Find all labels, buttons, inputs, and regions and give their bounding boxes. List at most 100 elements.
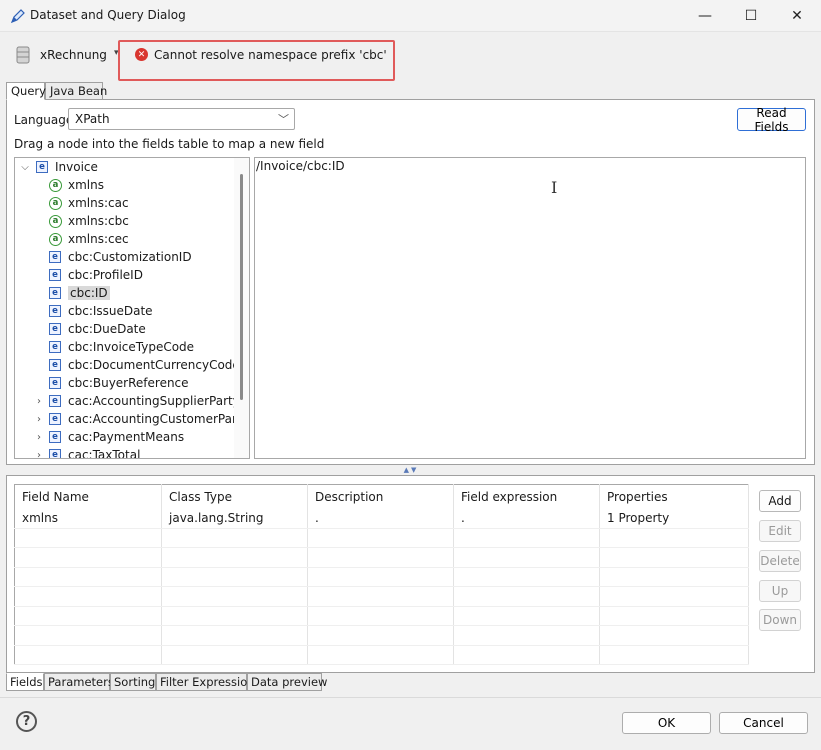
table-cell (14, 528, 162, 548)
table-cell (14, 586, 162, 607)
tree-node[interactable]: e cbc:DueDate (33, 320, 249, 338)
chevron-right-icon[interactable]: › (33, 414, 45, 425)
delete-button[interactable]: Delete (759, 550, 801, 572)
table-row[interactable] (14, 606, 749, 626)
chevron-down-icon[interactable]: ﹀ (278, 111, 289, 127)
tree-node[interactable]: › e cac:AccountingSupplierParty (33, 392, 249, 410)
table-row[interactable] (14, 586, 749, 607)
column-header[interactable]: Field Name (14, 484, 162, 509)
tab-filter-expression[interactable]: Filter Expression (156, 673, 255, 691)
table-row[interactable] (14, 528, 749, 548)
tree-node-label: cbc:ProfileID (68, 268, 143, 282)
table-row[interactable] (14, 547, 749, 568)
tree-scrollbar-thumb[interactable] (240, 174, 243, 400)
tree-node-label: cbc:CustomizationID (68, 250, 192, 264)
tree-node[interactable]: › e cac:TaxTotal (33, 446, 249, 459)
close-button[interactable]: ✕ (774, 0, 820, 32)
chevron-right-icon[interactable]: › (33, 432, 45, 443)
maximize-button[interactable]: ☐ (728, 0, 774, 32)
tree-node[interactable]: e cbc:InvoiceTypeCode (33, 338, 249, 356)
add-button[interactable]: Add (759, 490, 801, 512)
tab-parameters[interactable]: Parameters (44, 673, 114, 691)
column-header[interactable]: Properties (599, 484, 749, 509)
table-cell (599, 567, 749, 587)
read-fields-button[interactable]: Read Fields (737, 106, 806, 134)
cancel-button[interactable]: Cancel (719, 712, 808, 734)
tab-data-preview[interactable]: Data preview (247, 673, 327, 691)
tree-node[interactable]: e cbc:DocumentCurrencyCode (33, 356, 249, 374)
minimize-button[interactable]: — (682, 0, 728, 32)
tree-node[interactable]: a xmlns:cac (33, 194, 249, 212)
table-cell (161, 645, 308, 665)
tree-node-label: cbc:InvoiceTypeCode (68, 340, 195, 354)
column-header[interactable]: Field expression (453, 484, 600, 509)
table-row[interactable] (14, 567, 749, 587)
text-cursor-icon: I (551, 178, 558, 197)
table-cell (453, 625, 600, 646)
table-cell (599, 586, 749, 607)
table-cell (453, 567, 600, 587)
chevron-down-icon[interactable]: ⌵ (19, 162, 31, 173)
tree-node[interactable]: a xmlns:cbc (33, 212, 249, 230)
tree-node-label: cac:AccountingSupplierParty (68, 394, 240, 408)
table-row[interactable]: xmlns java.lang.String.. 1 Property (14, 508, 749, 529)
table-row[interactable] (14, 625, 749, 646)
table-cell: java.lang.String (161, 508, 308, 529)
column-header[interactable]: Class Type (161, 484, 308, 509)
dataset-name[interactable]: xRechnung (40, 48, 107, 62)
element-icon: e (49, 449, 61, 458)
tree-node[interactable]: a xmlns (33, 176, 249, 194)
tree-node[interactable]: e cbc:ProfileID (33, 266, 249, 284)
element-icon: e (49, 359, 61, 371)
drag-hint-label: Drag a node into the fields table to map… (14, 137, 325, 151)
table-cell (599, 547, 749, 568)
element-icon: e (49, 341, 61, 353)
splitter-handle[interactable]: ▲▼ (398, 466, 424, 474)
tab-java-bean[interactable]: Java Bean (45, 82, 107, 100)
table-cell (453, 528, 600, 548)
table-cell: . (307, 508, 454, 529)
element-icon: e (49, 251, 61, 263)
xml-tree[interactable]: ⌵ e Invoice a xmlns a xmlns:cac a xmlns:cbc a x… (14, 157, 250, 459)
tree-node[interactable]: e cbc:IssueDate (33, 302, 249, 320)
element-icon: e (49, 305, 61, 317)
element-icon: e (49, 269, 61, 281)
chevron-right-icon[interactable]: › (33, 450, 45, 459)
down-button[interactable]: Down (759, 609, 801, 631)
tree-node-label: cac:TaxTotal (68, 448, 141, 459)
table-cell (161, 547, 308, 568)
table-cell (161, 528, 308, 548)
tab-sorting[interactable]: Sorting (110, 673, 156, 691)
fields-table[interactable]: Field Name Class Type Description Field exp… (14, 484, 749, 665)
language-value: XPath (75, 112, 110, 126)
tree-node[interactable]: › e cac:AccountingCustomerParty (33, 410, 249, 428)
column-header[interactable]: Description (307, 484, 454, 509)
tree-node-label: Invoice (55, 160, 98, 174)
window-title: Dataset and Query Dialog (30, 8, 186, 22)
tree-node[interactable]: › e cac:PaymentMeans (33, 428, 249, 446)
tree-node[interactable]: e cbc:BuyerReference (33, 374, 249, 392)
tree-node-invoice[interactable]: ⌵ e Invoice (19, 158, 98, 176)
table-cell (307, 547, 454, 568)
chevron-right-icon[interactable]: › (33, 396, 45, 407)
element-icon: e (49, 431, 61, 443)
table-cell: . (453, 508, 600, 529)
xpath-editor[interactable] (254, 157, 806, 459)
app-pen-icon (10, 9, 25, 24)
edit-button[interactable]: Edit (759, 520, 801, 542)
language-label: Language (14, 113, 74, 127)
up-button[interactable]: Up (759, 580, 801, 602)
ok-button[interactable]: OK (622, 712, 711, 734)
attribute-icon: a (49, 214, 62, 228)
tab-query[interactable]: Query (6, 82, 46, 100)
help-icon[interactable]: ? (16, 711, 37, 732)
tab-fields[interactable]: Fields (6, 673, 44, 691)
tree-node[interactable]: e cbc:ID (33, 284, 249, 302)
element-icon: e (49, 287, 61, 299)
tree-node[interactable]: e cbc:CustomizationID (33, 248, 249, 266)
attribute-icon: a (49, 232, 62, 246)
tree-node[interactable]: a xmlns:cec (33, 230, 249, 248)
table-row[interactable] (14, 645, 749, 665)
tree-node-label: xmlns:cec (68, 232, 129, 246)
table-cell: 1 Property (599, 508, 749, 529)
